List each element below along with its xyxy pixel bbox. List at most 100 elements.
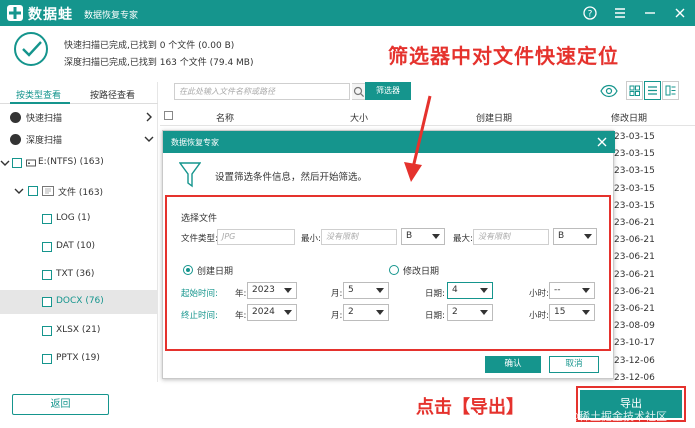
min-unit-select[interactable]: B [401, 228, 445, 245]
file-type-label: 文件类型: [181, 234, 218, 244]
select-value: 5 [348, 285, 354, 295]
select-all-checkbox[interactable] [164, 111, 173, 120]
end-month-select[interactable]: 2 [343, 304, 389, 321]
modified-date-cell: 23-03-15 [614, 200, 655, 211]
chevron-down-icon[interactable] [0, 158, 10, 168]
app-brand: 数据蛙 [28, 7, 73, 23]
view-tabs: 按类型查看 按路径查看 [0, 82, 158, 104]
chevron-down-icon[interactable] [14, 186, 24, 196]
chevron-down-icon[interactable] [144, 134, 154, 144]
folder-checkbox[interactable] [28, 186, 38, 196]
tab-by-path[interactable]: 按路径查看 [90, 88, 135, 101]
help-icon[interactable]: ? [581, 4, 599, 22]
tree-deep-scan[interactable]: 深度扫描 [0, 128, 158, 150]
hour-label: 小时: [529, 289, 549, 299]
select-value: 4 [452, 285, 458, 295]
modified-date-cell: 23-06-21 [614, 269, 655, 280]
select-value: -- [554, 285, 561, 295]
tree-type-log[interactable]: LOG (1) [0, 208, 158, 230]
dialog-close-icon[interactable] [595, 135, 609, 149]
tree-label: DAT (10) [56, 241, 96, 251]
start-day-select[interactable]: 4 [447, 282, 493, 299]
tree-type-xlsx[interactable]: XLSX (21) [0, 320, 158, 342]
filter-button[interactable]: 筛选器 [365, 82, 411, 100]
dropdown-caret-icon [432, 234, 440, 239]
type-checkbox[interactable] [42, 270, 52, 280]
tree-type-dat[interactable]: DAT (10) [0, 236, 158, 258]
title-bar: 数据蛙 数据恢复专家 ? [0, 0, 695, 26]
search-input[interactable]: 在此处输入文件名称或路径 [174, 83, 350, 100]
type-checkbox[interactable] [42, 326, 52, 336]
back-button[interactable]: 返回 [12, 394, 109, 415]
annotation-bottom-caption: 点击【导出】 [416, 397, 524, 418]
created-date-radio[interactable] [183, 265, 193, 275]
tree-label: DOCX (76) [56, 296, 104, 306]
type-checkbox[interactable] [42, 214, 52, 224]
section-select-file: 选择文件 [181, 214, 218, 224]
table-header: 名称 大小 创建日期 修改日期 [160, 106, 695, 126]
tab-by-type[interactable]: 按类型查看 [16, 88, 61, 101]
max-size-input[interactable]: 没有限制 [473, 229, 549, 245]
modified-date-cell: 23-03-15 [614, 166, 655, 177]
modified-date-cell: 23-12-06 [614, 372, 655, 383]
active-tab-indicator [10, 102, 70, 104]
type-checkbox[interactable] [42, 242, 52, 252]
detail-view-icon[interactable] [662, 81, 679, 100]
col-created[interactable]: 创建日期 [476, 111, 512, 124]
filter-funnel-icon [179, 162, 201, 188]
min-size-input[interactable]: 没有限制 [321, 229, 397, 245]
month-label: 月: [331, 311, 343, 321]
select-value: 2023 [252, 285, 275, 295]
dialog-title: 数据恢复专家 [171, 138, 219, 147]
modified-date-cell: 23-10-17 [614, 338, 655, 349]
filter-dialog: 数据恢复专家 设置筛选条件信息，然后开始筛选。 选择文件 文件类型: JPG 最… [162, 130, 615, 379]
dialog-title-bar: 数据恢复专家 [163, 131, 615, 153]
list-view-icon[interactable] [644, 81, 661, 100]
year-label: 年: [235, 289, 247, 299]
tree-drive[interactable]: E:(NTFS) (163) [0, 152, 158, 174]
type-checkbox[interactable] [42, 297, 52, 307]
select-value: B [406, 231, 413, 241]
start-year-select[interactable]: 2023 [247, 282, 297, 299]
tree-quick-scan[interactable]: 快速扫描 [0, 106, 158, 128]
grid-view-icon[interactable] [626, 81, 643, 100]
min-size-label: 最小: [301, 234, 321, 244]
type-checkbox[interactable] [42, 354, 52, 364]
menu-icon[interactable] [611, 4, 629, 22]
close-window-icon[interactable] [671, 4, 689, 22]
modified-date-cell: 23-03-15 [614, 132, 655, 142]
drive-icon [26, 159, 36, 167]
max-unit-select[interactable]: B [553, 228, 597, 245]
select-value: B [558, 231, 565, 241]
end-day-select[interactable]: 2 [447, 304, 493, 321]
col-name[interactable]: 名称 [216, 111, 234, 124]
modified-date-cell: 23-03-15 [614, 149, 655, 160]
confirm-button[interactable]: 确认 [485, 356, 541, 373]
day-label: 日期: [425, 289, 445, 299]
minimize-icon[interactable] [641, 4, 659, 22]
tree-label: 深度扫描 [26, 136, 63, 146]
tree-type-pptx[interactable]: PPTX (19) [0, 348, 158, 370]
modified-date-radio[interactable] [389, 265, 399, 275]
cancel-button[interactable]: 取消 [549, 356, 599, 373]
tree-label: XLSX (21) [56, 325, 101, 335]
drive-checkbox[interactable] [12, 158, 22, 168]
eye-icon[interactable] [600, 84, 618, 98]
chevron-right-icon[interactable] [144, 112, 154, 122]
dropdown-caret-icon [584, 234, 592, 239]
modified-date-cell: 23-03-15 [614, 183, 655, 194]
tree-type-txt[interactable]: TXT (36) [0, 264, 158, 286]
dropdown-caret-icon [582, 288, 590, 293]
tree-label: 快速扫描 [26, 114, 63, 124]
start-hour-select[interactable]: -- [549, 282, 595, 299]
end-year-select[interactable]: 2024 [247, 304, 297, 321]
tree-type-docx[interactable]: DOCX (76) [0, 290, 158, 314]
file-type-input[interactable]: JPG [217, 229, 295, 245]
end-hour-select[interactable]: 15 [549, 304, 595, 321]
tree-folder[interactable]: 文件 (163) [0, 180, 158, 202]
created-date-label: 创建日期 [197, 267, 234, 277]
col-modified[interactable]: 修改日期 [611, 111, 647, 124]
col-size[interactable]: 大小 [350, 111, 368, 124]
start-month-select[interactable]: 5 [343, 282, 389, 299]
hour-label: 小时: [529, 311, 549, 321]
